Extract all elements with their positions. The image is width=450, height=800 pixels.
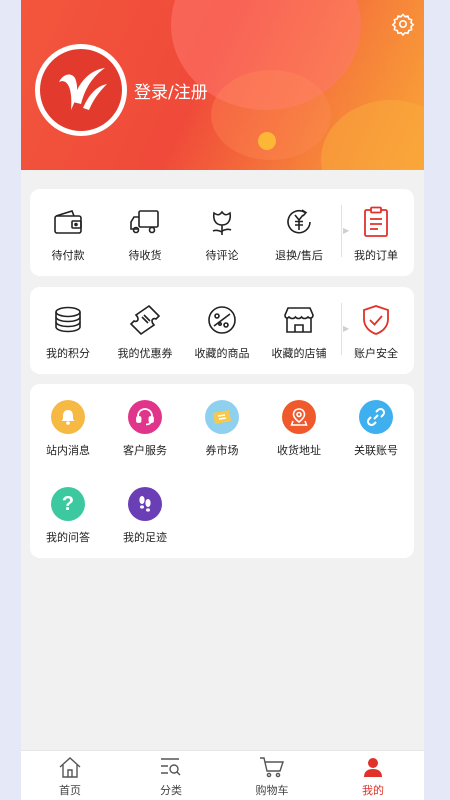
link-icon xyxy=(359,400,393,434)
gear-icon[interactable] xyxy=(391,12,415,36)
tab-mine[interactable]: 我的 xyxy=(343,755,403,800)
profile-header: 登录/注册 xyxy=(21,0,424,170)
my-points-item[interactable]: 我的积分 xyxy=(30,287,106,367)
headset-icon xyxy=(128,400,162,434)
category-search-icon xyxy=(158,755,184,779)
tab-category[interactable]: 分类 xyxy=(141,755,201,800)
favorite-stores-item[interactable]: 收藏的店铺 xyxy=(261,287,337,367)
login-register-link[interactable]: 登录/注册 xyxy=(134,78,208,103)
palette-icon xyxy=(205,303,239,337)
shipping-address-item[interactable]: 收货地址 xyxy=(261,384,337,464)
bell-icon xyxy=(51,400,85,434)
cart-icon xyxy=(259,755,285,779)
my-qa-item[interactable]: ? 我的问答 xyxy=(30,471,106,551)
account-security-item[interactable]: 账户安全 xyxy=(338,287,414,367)
site-messages-item[interactable]: 站内消息 xyxy=(30,384,106,464)
assets-card: 我的积分 我的优惠券 收藏的商品 收藏的店铺 ▶ 账户安全 xyxy=(30,287,414,374)
my-orders-item[interactable]: 我的订单 xyxy=(338,189,414,269)
services-card: 站内消息 客户服务 券市场 收货地址 关联账号 ? 我的问答 我的足迹 xyxy=(30,384,414,558)
footprint-icon xyxy=(128,487,162,521)
bottom-tab-bar: 首页 分类 购物车 我的 xyxy=(21,750,424,800)
user-icon xyxy=(360,755,386,779)
coupon-icon xyxy=(128,303,162,337)
flower-icon xyxy=(205,205,239,239)
yuan-refund-icon xyxy=(282,205,316,239)
pending-payment-item[interactable]: 待付款 xyxy=(30,189,106,269)
order-card: 待付款 待收货 待评论 退换/售后 ▶ 我的订单 xyxy=(30,189,414,276)
tab-cart[interactable]: 购物车 xyxy=(242,755,302,800)
tab-home[interactable]: 首页 xyxy=(40,755,100,800)
pending-review-item[interactable]: 待评论 xyxy=(184,189,260,269)
refund-aftersale-item[interactable]: 退换/售后 xyxy=(261,189,337,269)
home-icon xyxy=(57,755,83,779)
pending-receipt-item[interactable]: 待收货 xyxy=(107,189,183,269)
clipboard-icon xyxy=(359,205,393,239)
truck-icon xyxy=(128,205,162,239)
map-pin-icon xyxy=(282,400,316,434)
favorite-products-item[interactable]: 收藏的商品 xyxy=(184,287,260,367)
my-footprints-item[interactable]: 我的足迹 xyxy=(107,471,183,551)
my-coupons-item[interactable]: 我的优惠券 xyxy=(107,287,183,367)
avatar[interactable] xyxy=(35,44,127,136)
wallet-icon xyxy=(51,205,85,239)
profile-screen: 登录/注册 待付款 待收货 待评论 退换/售后 ▶ 我的订单 我的积分 我的优惠… xyxy=(21,0,424,800)
coins-icon xyxy=(51,303,85,337)
coupon-market-item[interactable]: 券市场 xyxy=(184,384,260,464)
linked-accounts-item[interactable]: 关联账号 xyxy=(338,384,414,464)
brand-logo-icon xyxy=(59,68,107,110)
store-icon xyxy=(282,303,316,337)
ticket-icon xyxy=(205,400,239,434)
shield-check-icon xyxy=(359,303,393,337)
question-icon: ? xyxy=(51,487,85,521)
customer-service-item[interactable]: 客户服务 xyxy=(107,384,183,464)
